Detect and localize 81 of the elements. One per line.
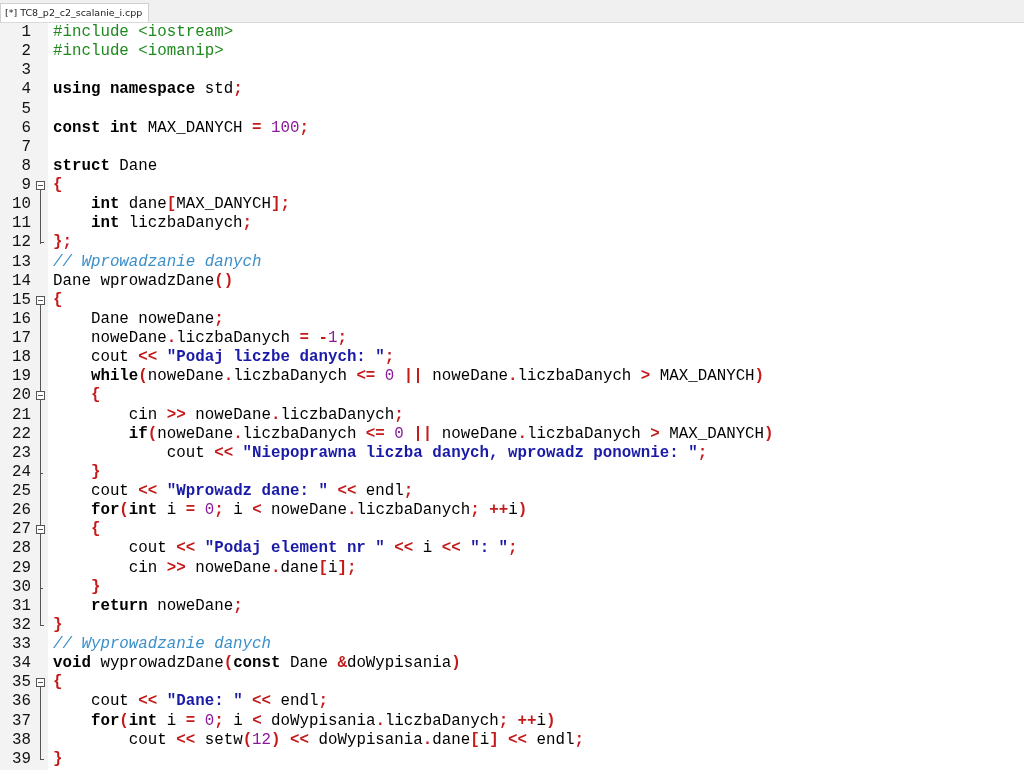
line-number: 5 [20, 99, 32, 119]
line-number: 33 [11, 635, 32, 655]
line-number: 20 [11, 386, 32, 406]
line-number: 29 [11, 558, 32, 578]
code-line: noweDane.liczbaDanych = -1; [89, 329, 348, 349]
code-line: #include <iomanip> [53, 42, 225, 62]
line-number: 9 [20, 176, 32, 196]
line-number: 14 [11, 271, 32, 291]
code-line: } [53, 615, 64, 635]
code-line: cin >> noweDane.dane[i]; [127, 558, 358, 578]
code-line: #include <iostream> [53, 23, 235, 43]
line-number: 24 [11, 462, 32, 482]
code-line: cout << setw(12) << doWypisania.dane[i] << endl; [127, 730, 585, 750]
code-line: { [53, 673, 64, 693]
collapse-icon[interactable] [36, 181, 45, 190]
code-line: cout << "Podaj liczbe danych: "; [89, 348, 396, 368]
code-line: cin >> noweDane.liczbaDanych; [127, 405, 405, 425]
code-line: for(int i = 0; i < doWypisania.liczbaDanych; ++i) [89, 711, 557, 731]
line-number: 15 [11, 290, 32, 310]
line-number: 11 [11, 214, 32, 234]
code-line: { [53, 176, 64, 196]
code-line: cout << "Podaj element nr " << i << ": "; [127, 539, 519, 559]
line-number: 35 [11, 673, 32, 693]
line-number: 30 [11, 577, 32, 597]
line-number: 25 [11, 482, 32, 502]
collapse-icon[interactable] [36, 678, 45, 688]
line-number: 7 [20, 137, 32, 157]
code-line: while(noweDane.liczbaDanych <= 0 || noweDane.liczbaDanych > MAX_DANYCH) [89, 367, 766, 387]
code-line: cout << "Niepoprawna liczba danych, wprowadz ponownie: "; [165, 443, 709, 463]
file-tab[interactable]: [*] TC8_p2_c2_scalanie_i.cpp [0, 3, 150, 22]
code-line: void wyprowadzDane(const Dane &doWypisania) [53, 654, 462, 674]
code-line: int liczbaDanych; [89, 214, 254, 234]
line-number: 31 [11, 596, 32, 616]
line-number: 23 [11, 443, 32, 463]
code-line: { [53, 290, 64, 310]
line-number: 3 [20, 61, 32, 81]
code-line: if(noweDane.liczbaDanych <= 0 || noweDane.liczbaDanych > MAX_DANYCH) [127, 424, 775, 444]
line-number: 32 [11, 615, 32, 635]
code-line: cout << "Wprowadz dane: " << endl; [89, 482, 415, 502]
code-line: // Wprowadzanie danych [53, 252, 263, 272]
code-line: int dane[MAX_DANYCH]; [89, 195, 291, 215]
line-number: 13 [11, 252, 32, 272]
line-number: 18 [11, 348, 32, 368]
line-number: 17 [11, 329, 32, 349]
line-number: 19 [11, 367, 32, 387]
code-line: } [89, 462, 102, 482]
code-line: { [89, 520, 102, 540]
code-line: // Wyprowadzanie danych [53, 635, 273, 655]
code-line: Dane noweDane; [89, 309, 225, 329]
line-number: 1 [20, 23, 32, 43]
code-line: using namespace std; [53, 80, 244, 100]
line-number: 22 [11, 424, 32, 444]
line-number: 16 [11, 309, 32, 329]
line-number: 37 [11, 711, 32, 731]
line-number: 36 [11, 692, 32, 712]
collapse-icon[interactable] [36, 391, 45, 401]
line-number: 27 [11, 520, 32, 540]
line-number: 6 [20, 118, 32, 138]
code-line: }; [53, 233, 73, 253]
collapse-icon[interactable] [36, 295, 45, 305]
code-line: for(int i = 0; i < noweDane.liczbaDanych; ++i) [89, 501, 529, 521]
line-number: 39 [11, 749, 32, 769]
collapse-icon[interactable] [36, 525, 45, 535]
code-line: { [89, 386, 102, 406]
line-number: 26 [11, 501, 32, 521]
line-number: 12 [11, 233, 32, 253]
line-number: 10 [11, 195, 32, 215]
line-number: 8 [20, 156, 32, 176]
line-number: 21 [11, 405, 32, 425]
code-line: Dane wprowadzDane() [53, 271, 235, 291]
line-number: 4 [20, 80, 32, 100]
line-number: 2 [20, 42, 32, 62]
code-line: } [53, 749, 64, 769]
line-number: 38 [11, 730, 32, 750]
code-line: cout << "Dane: " << endl; [89, 692, 329, 712]
code-line: return noweDane; [89, 596, 244, 616]
code-line: struct Dane [53, 156, 159, 176]
line-number: 28 [11, 539, 32, 559]
line-number: 34 [11, 654, 32, 674]
code-line: const int MAX_DANYCH = 100; [53, 118, 310, 138]
code-line: } [89, 577, 102, 597]
